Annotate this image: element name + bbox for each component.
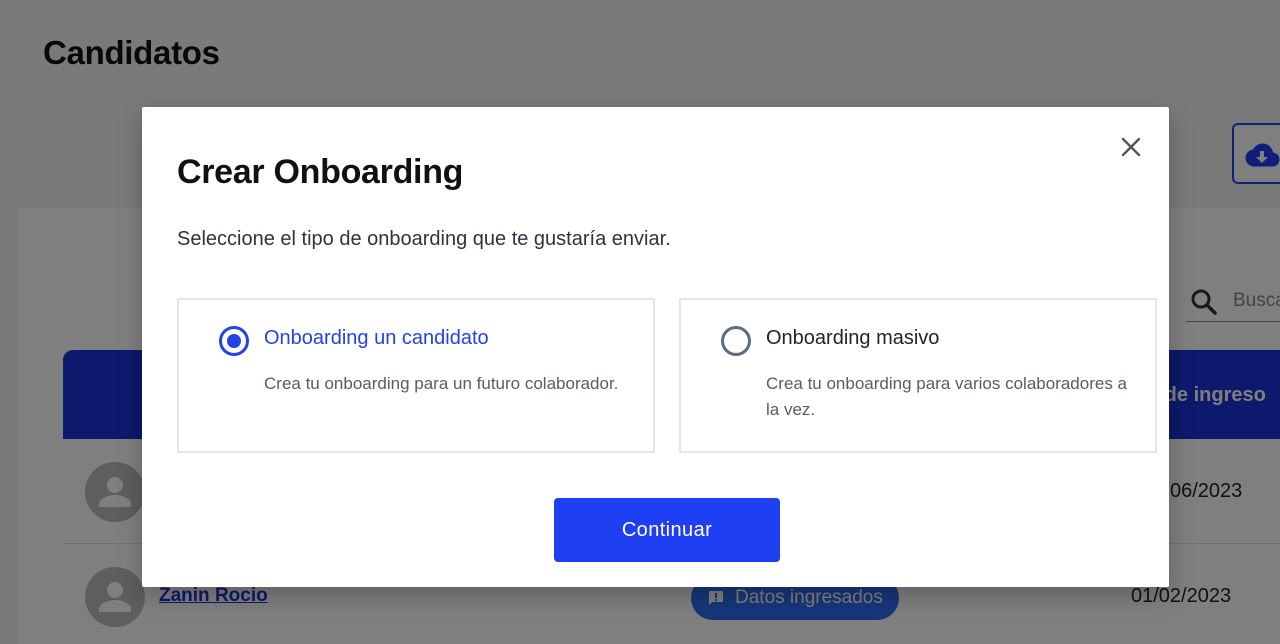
radio-single-candidate[interactable]: [219, 326, 249, 356]
modal-subtitle: Seleccione el tipo de onboarding que te …: [177, 228, 671, 250]
create-onboarding-modal: Crear Onboarding Seleccione el tipo de o…: [142, 107, 1169, 587]
option-bulk[interactable]: Onboarding masivo Crea tu onboarding par…: [679, 298, 1157, 453]
close-icon: [1121, 137, 1141, 157]
radio-bulk[interactable]: [721, 326, 751, 356]
continue-button[interactable]: Continuar: [554, 498, 780, 562]
option-title: Onboarding masivo: [766, 327, 940, 349]
option-title: Onboarding un candidato: [264, 327, 489, 349]
option-single-candidate[interactable]: Onboarding un candidato Crea tu onboardi…: [177, 298, 655, 453]
modal-title: Crear Onboarding: [177, 153, 464, 191]
option-description: Crea tu onboarding para un futuro colabo…: [264, 374, 619, 393]
close-button[interactable]: [1117, 133, 1145, 161]
option-description: Crea tu onboarding para varios colaborad…: [766, 374, 1128, 419]
